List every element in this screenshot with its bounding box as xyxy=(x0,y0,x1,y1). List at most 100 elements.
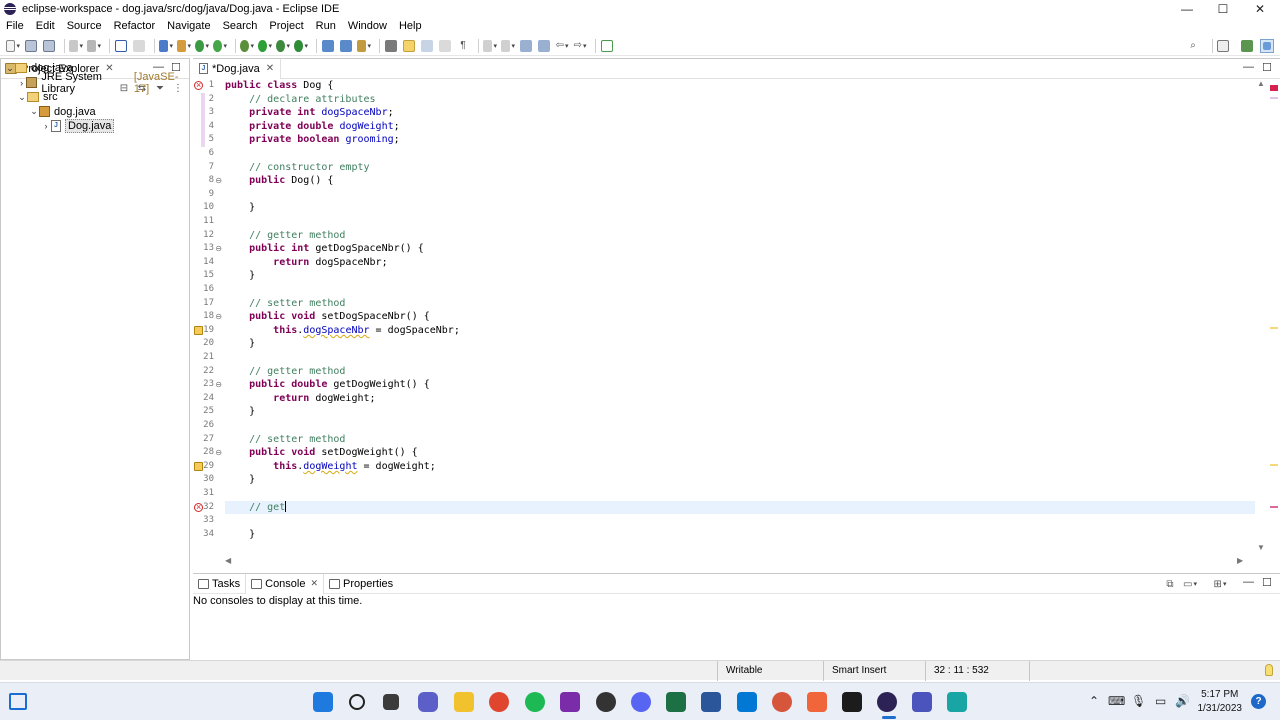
tree-item[interactable]: ⌄ dog.java xyxy=(29,105,95,119)
panel-maximize-icon[interactable]: ☐ xyxy=(1262,576,1272,589)
pin-editor-icon[interactable] xyxy=(600,39,614,53)
task-view-icon[interactable] xyxy=(383,694,399,710)
menu-project[interactable]: Project xyxy=(269,20,303,32)
run-icon[interactable] xyxy=(258,39,272,53)
show-whitespace-icon[interactable]: ¶ xyxy=(456,39,470,53)
notepad-icon[interactable] xyxy=(947,692,967,712)
chrome-icon[interactable] xyxy=(489,692,509,712)
menu-run[interactable]: Run xyxy=(316,20,336,32)
toggle-annotation-icon[interactable] xyxy=(384,39,398,53)
code-line[interactable]: // declare attributes xyxy=(225,93,375,107)
block-selection-icon[interactable] xyxy=(420,39,434,53)
display-console-icon[interactable]: ▭ xyxy=(1183,577,1197,591)
vscode-icon[interactable] xyxy=(737,692,757,712)
fold-collapse-icon[interactable]: ⊖ xyxy=(215,446,222,460)
editor-minimize-icon[interactable]: — xyxy=(1243,61,1254,73)
system-clock[interactable]: 5:17 PM 1/31/2023 xyxy=(1198,688,1243,716)
skip-breakpoints-icon[interactable] xyxy=(132,39,146,53)
code-line[interactable]: public double getDogWeight() { xyxy=(225,378,430,392)
scroll-left-icon[interactable]: ◀ xyxy=(225,556,231,565)
menu-refactor[interactable]: Refactor xyxy=(114,20,156,32)
search-icon[interactable]: ⌕ xyxy=(1186,39,1200,53)
editor-tab-dog-java[interactable]: J *Dog.java ✕ xyxy=(193,58,282,79)
chevron-right-icon[interactable]: › xyxy=(17,78,26,88)
code-line[interactable]: public int getDogSpaceNbr() { xyxy=(225,242,424,256)
code-line[interactable]: // setter method xyxy=(225,433,345,447)
open-perspective-icon[interactable] xyxy=(1216,39,1230,53)
next-annotation-icon[interactable] xyxy=(483,39,497,53)
chat-icon[interactable] xyxy=(418,692,438,712)
menu-file[interactable]: File xyxy=(6,20,24,32)
new-java-project-icon[interactable] xyxy=(159,39,173,53)
code-line[interactable]: } xyxy=(225,337,255,351)
code-area[interactable]: public class Dog { // declare attributes… xyxy=(225,79,1255,549)
error-marker-icon[interactable] xyxy=(194,81,203,90)
coverage-icon[interactable] xyxy=(276,39,290,53)
new-package-icon[interactable] xyxy=(177,39,191,53)
chevron-right-icon[interactable]: › xyxy=(41,121,51,131)
search-taskbar-icon[interactable] xyxy=(349,694,365,710)
tip-lightbulb-icon[interactable] xyxy=(1265,664,1273,676)
forward-icon[interactable]: ⇨ xyxy=(573,39,587,53)
build-icon[interactable] xyxy=(69,39,83,53)
open-type-icon[interactable] xyxy=(213,39,227,53)
fold-collapse-icon[interactable]: ⊖ xyxy=(215,310,222,324)
tree-item[interactable]: › J Dog.java xyxy=(41,119,115,133)
tools-icon[interactable] xyxy=(87,39,101,53)
open-resource-icon[interactable] xyxy=(339,39,353,53)
code-line[interactable]: // getter method xyxy=(225,365,345,379)
java-perspective-icon[interactable] xyxy=(1260,38,1274,53)
overview-error-mark[interactable] xyxy=(1270,506,1278,508)
discord-icon[interactable] xyxy=(631,692,651,712)
word-wrap-icon[interactable] xyxy=(438,39,452,53)
tray-overflow-icon[interactable]: ⌃ xyxy=(1089,694,1099,708)
open-folder-icon[interactable] xyxy=(321,39,335,53)
fold-collapse-icon[interactable]: ⊖ xyxy=(215,174,222,188)
code-line[interactable]: // get xyxy=(225,501,287,515)
volume-icon[interactable]: 🔊 xyxy=(1175,694,1190,708)
menu-window[interactable]: Window xyxy=(348,20,387,32)
new-console-icon[interactable]: ⊞ xyxy=(1213,577,1227,591)
mark-occurrences-icon[interactable] xyxy=(402,39,416,53)
network-icon[interactable]: ▭ xyxy=(1155,694,1166,708)
external-tools-icon[interactable] xyxy=(294,39,308,53)
microphone-icon[interactable]: 🎙 xyxy=(1131,694,1146,708)
debug-icon[interactable] xyxy=(240,39,254,53)
obs-icon[interactable] xyxy=(596,692,616,712)
overview-warning-mark[interactable] xyxy=(1270,464,1278,466)
vertical-scrollbar[interactable]: ▲ ▼ xyxy=(1256,79,1266,553)
editor-maximize-icon[interactable]: ☐ xyxy=(1262,61,1272,74)
word-icon[interactable] xyxy=(701,692,721,712)
new-class-icon[interactable] xyxy=(195,39,209,53)
file-explorer-icon[interactable] xyxy=(454,692,474,712)
spotify-icon[interactable] xyxy=(525,692,545,712)
overview-ruler[interactable] xyxy=(1268,79,1280,553)
warning-marker-icon[interactable] xyxy=(194,325,203,335)
tree-item[interactable]: › JRE System Library [JavaSE-17] xyxy=(17,71,189,95)
code-line[interactable]: public void setDogWeight() { xyxy=(225,446,418,460)
editor-tab-close-icon[interactable]: ✕ xyxy=(266,63,274,74)
previous-annotation-icon[interactable] xyxy=(501,39,515,53)
menu-source[interactable]: Source xyxy=(67,20,102,32)
tab-tasks[interactable]: Tasks xyxy=(193,574,245,594)
code-line[interactable]: this.dogWeight = dogWeight; xyxy=(225,460,436,474)
input-icon[interactable]: ⌨ xyxy=(1108,694,1125,708)
fold-collapse-icon[interactable]: ⊖ xyxy=(215,242,222,256)
open-console-icon[interactable]: ⧉ xyxy=(1163,577,1177,591)
code-line[interactable]: return dogWeight; xyxy=(225,392,375,406)
forward-edit-icon[interactable] xyxy=(537,39,551,53)
overview-error-summary[interactable] xyxy=(1270,85,1278,91)
code-line[interactable]: } xyxy=(225,269,255,283)
save-all-icon[interactable] xyxy=(42,39,56,53)
save-icon[interactable] xyxy=(24,39,38,53)
code-line[interactable]: } xyxy=(225,201,255,215)
menu-help[interactable]: Help xyxy=(399,20,422,32)
app-swirl-icon[interactable] xyxy=(772,692,792,712)
menu-navigate[interactable]: Navigate xyxy=(167,20,210,32)
back-icon[interactable]: ⇦ xyxy=(555,39,569,53)
code-line[interactable]: public void setDogSpaceNbr() { xyxy=(225,310,430,324)
onenote-icon[interactable] xyxy=(560,692,580,712)
minimize-button[interactable]: — xyxy=(1169,0,1205,18)
code-line[interactable]: } xyxy=(225,528,255,542)
code-line[interactable]: public Dog() { xyxy=(225,174,333,188)
